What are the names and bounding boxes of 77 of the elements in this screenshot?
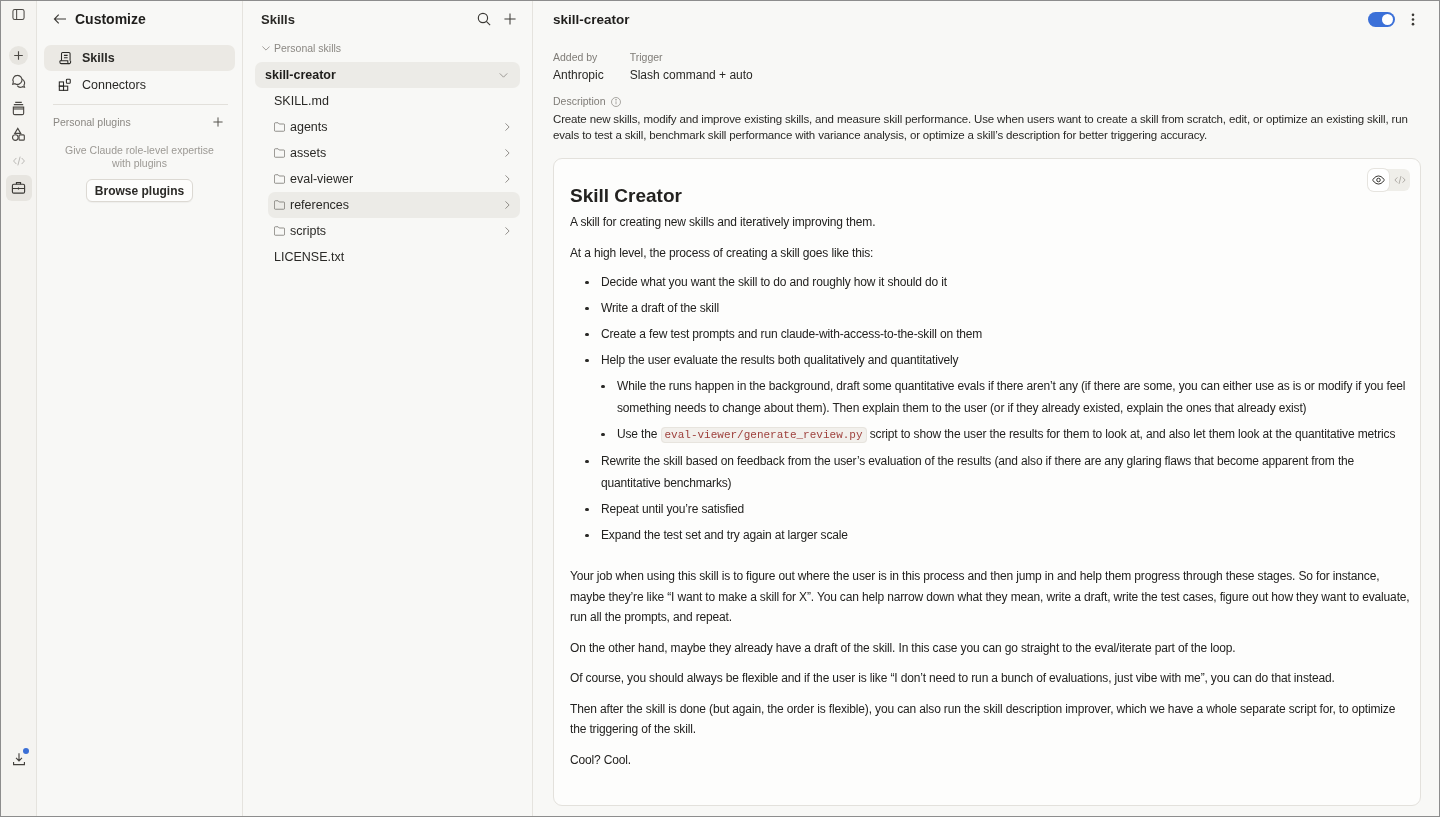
list-item-text: Expand the test set and try again at larger scale: [601, 527, 848, 544]
chevron-right-icon: [505, 149, 510, 157]
paragraph: On the other hand, maybe they already have a draft of the skill. In this case you can go straight to the eval/iterate part of the loop.: [570, 639, 1237, 657]
empty-state-text: Give Claude role-level expertise with plugins: [64, 144, 215, 169]
paragraph: Your job when using this skill is to figure out where the user is in this process and then jump in and help them progress through these stages. So for instance, maybe they’re like “I want to make a skill for X”. You can help narrow down what they mean, write a draft, write the test cases, figure out how they want to evaluate, run all the prompts, and repeat.: [570, 568, 1410, 626]
panel-title: Customize: [75, 10, 146, 27]
document-heading: Skill Creator: [570, 185, 683, 207]
paragraph: Then after the skill is done (but again, the order is flexible), you can also run the skill description improver, which we have a whole separate script for, to optimize the triggering of the skill.: [570, 700, 1397, 738]
list-item-text: Use the eval-viewer/generate_review.py script to show the user the results for them to look at, and also let them look at the quantitative metrics: [617, 426, 1396, 445]
inline-code: eval-viewer/generate_review.py: [660, 427, 867, 443]
browse-plugins-button[interactable]: Browse plugins: [85, 179, 194, 202]
bullet-icon: [585, 459, 589, 463]
file-tree-item[interactable]: eval-viewer: [268, 166, 520, 192]
skill-title: skill-creator: [553, 11, 630, 27]
nav-item[interactable]: Connectors: [44, 72, 235, 98]
file-tree-item[interactable]: agents: [268, 114, 520, 140]
list-item-text: While the runs happen in the background, draft some quantitative evals if there aren’t any (if there are some, you can either use as is or modify if you feel something needs to change about them). Then explain them to the user (or if they already existed, explain the ones that already exist): [617, 378, 1407, 417]
folder-icon: [274, 174, 285, 184]
field-label: Added by: [553, 51, 599, 64]
code-icon: [1393, 175, 1406, 185]
paragraph: Of course, you should always be flexible and if the user is like “I don’t need to run a bunch of evaluations, just vibe with me”, you can do that instead.: [570, 670, 1336, 687]
list-item-text: Create a few test prompts and run claude-with-access-to-the-skill on them: [601, 326, 983, 343]
field-label: Trigger: [629, 51, 664, 64]
plus-icon: [504, 13, 516, 25]
list-item-text: Write a draft of the skill: [601, 300, 719, 317]
eye-icon: [1372, 175, 1385, 185]
bullet-icon: [601, 432, 605, 436]
list-item-text: Rewrite the skill based on feedback from the user’s evaluation of the results (and also if there are any glaring flaws that become apparent from the quantitative benchmarks): [601, 453, 1356, 492]
chevron-right-icon: [505, 201, 510, 209]
preview-button[interactable]: [1368, 169, 1389, 191]
bullet-icon: [585, 507, 589, 511]
list-item-text: Repeat until you’re satisfied: [601, 501, 745, 518]
paragraph: Cool? Cool.: [570, 751, 633, 769]
bullet-icon: [585, 280, 589, 284]
chevron-right-icon: [505, 227, 510, 235]
file-tree-item[interactable]: references: [268, 192, 520, 218]
paragraph: A skill for creating new skills and iteratively improving them.: [570, 214, 877, 231]
enable-toggle[interactable]: [1368, 11, 1395, 27]
customize-button[interactable]: [5, 174, 32, 201]
folder-icon: [274, 122, 285, 132]
file-tree-item[interactable]: scripts: [268, 218, 520, 244]
field-label: Description: [553, 95, 606, 108]
group-header[interactable]: Personal skills: [255, 37, 520, 59]
chevron-down-icon: [499, 72, 508, 78]
folder-icon: [274, 226, 285, 236]
nav-item[interactable]: Skills: [44, 45, 235, 71]
bullet-icon: [585, 332, 589, 336]
paragraph: At a high level, the process of creating a skill goes like this:: [570, 244, 875, 262]
panel-title: Skills: [261, 11, 295, 27]
field-value: Slash command + auto: [629, 68, 753, 83]
info-icon: [610, 96, 621, 107]
file-tree-item[interactable]: SKILL.md: [268, 88, 520, 114]
back-arrow-icon: [53, 12, 67, 25]
sidebar-toggle-icon: [12, 7, 25, 21]
chevron-right-icon: [505, 175, 510, 183]
file-tree-item[interactable]: assets: [268, 140, 520, 166]
bullet-icon: [601, 384, 605, 388]
more-vertical-icon: [1411, 12, 1415, 26]
field-value: Anthropic: [553, 68, 604, 83]
blocks-icon: [58, 78, 72, 92]
search-icon: [477, 12, 491, 26]
scroll-icon: [58, 51, 72, 65]
bullet-icon: [585, 358, 589, 362]
plus-icon: [213, 117, 223, 127]
description-text: Create new skills, modify and improve existing skills, and measure skill performance. Use when users want to create a skill from scratch, edit, or optimize an existing skill, run evals to test a skill, benchmark skill performance with variance analysis, or optimize a skill’s description for better triggering accuracy.: [553, 112, 1409, 143]
file-tree-item[interactable]: LICENSE.txt: [268, 244, 520, 270]
bullet-icon: [585, 306, 589, 310]
chevron-down-icon: [262, 45, 270, 51]
folder-icon: [274, 200, 285, 210]
folder-icon: [274, 148, 285, 158]
bullet-icon: [585, 533, 589, 537]
section-heading: Personal plugins: [53, 116, 131, 128]
list-item-text: Help the user evaluate the results both qualitatively and quantitatively: [601, 352, 959, 369]
skill-item[interactable]: skill-creator: [255, 62, 520, 88]
chevron-right-icon: [505, 123, 510, 131]
download-icon: [11, 752, 26, 766]
list-item-text: Decide what you want the skill to do and roughly how it should do it: [601, 274, 947, 291]
